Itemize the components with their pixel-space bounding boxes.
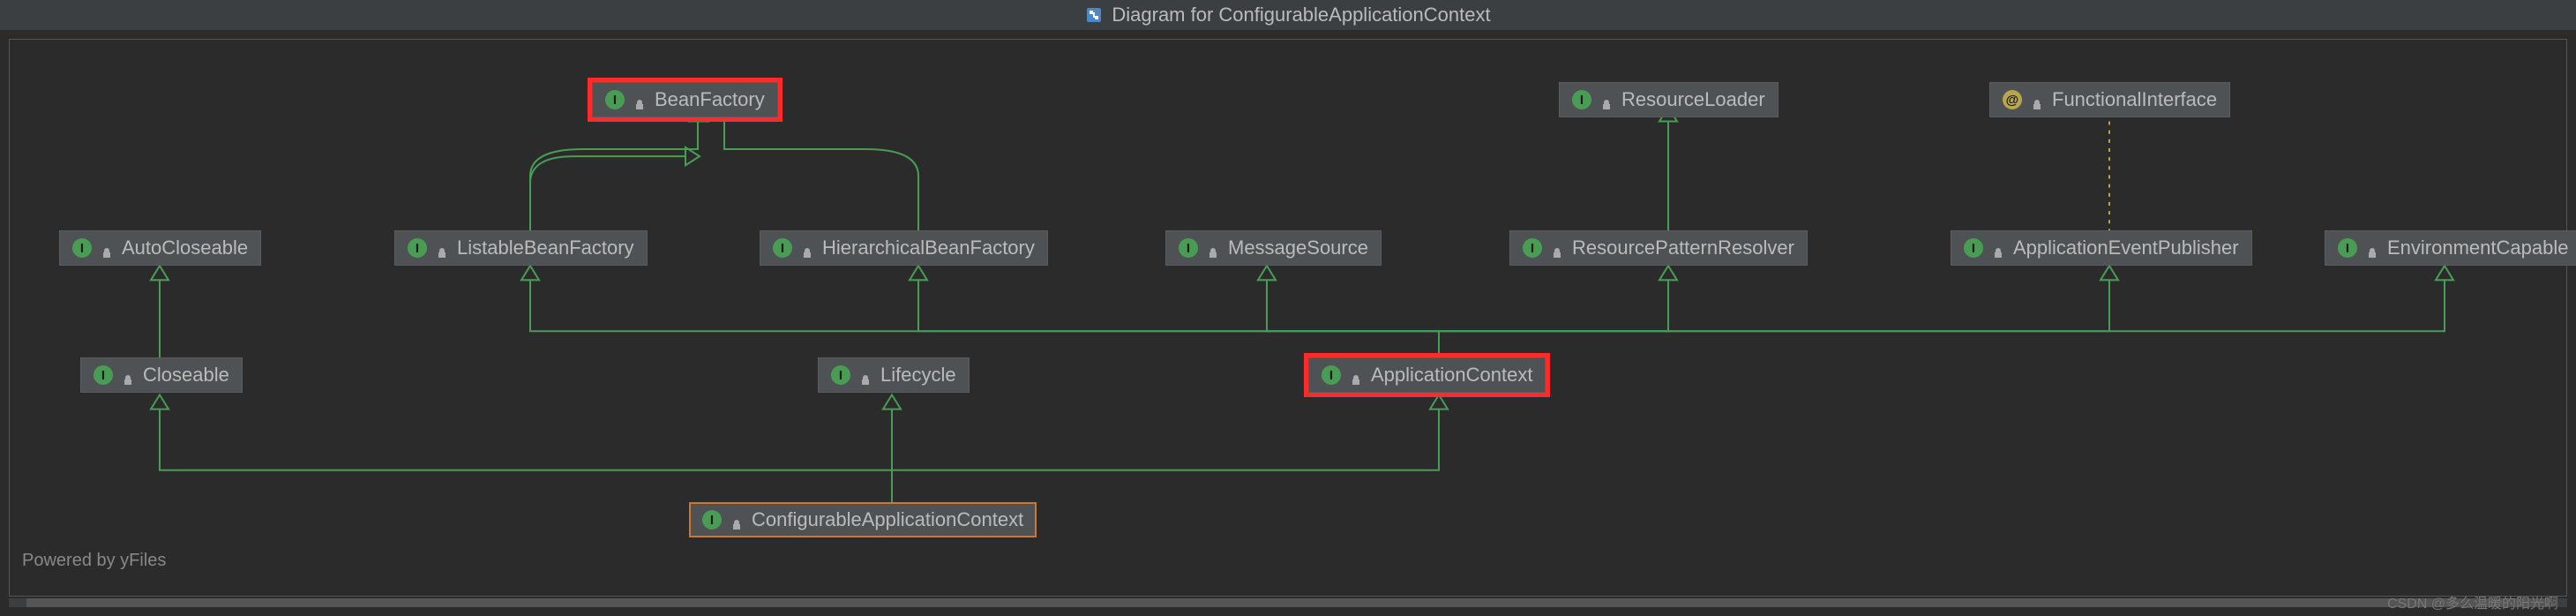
node-resource-pattern-resolver[interactable]: I ResourcePatternResolver: [1509, 230, 1808, 266]
node-application-context[interactable]: I ApplicationContext: [1308, 357, 1546, 393]
powered-by: Powered by yFiles: [22, 551, 166, 571]
interface-icon: I: [2338, 238, 2357, 258]
node-label: ConfigurableApplicationContext: [752, 508, 1023, 531]
node-label: BeanFactory: [655, 88, 765, 111]
interface-icon: I: [702, 510, 722, 530]
interface-icon: I: [408, 238, 427, 258]
node-label: MessageSource: [1228, 237, 1368, 259]
diagram-canvas[interactable]: I BeanFactory I ResourceLoader @ Functio…: [9, 39, 2567, 597]
lock-icon: [801, 242, 813, 254]
interface-icon: I: [1523, 238, 1542, 258]
node-environment-capable[interactable]: I EnvironmentCapable: [2325, 230, 2576, 266]
node-listable-bean-factory[interactable]: I ListableBeanFactory: [394, 230, 648, 266]
lock-icon: [1992, 242, 2004, 254]
node-label: ListableBeanFactory: [457, 237, 634, 259]
interface-icon: I: [1964, 238, 1983, 258]
node-auto-closeable[interactable]: I AutoCloseable: [59, 230, 261, 266]
node-closeable[interactable]: I Closeable: [80, 357, 243, 393]
lock-icon: [1207, 242, 1219, 254]
title-text: Diagram for ConfigurableApplicationConte…: [1112, 4, 1490, 26]
interface-icon: I: [1179, 238, 1198, 258]
annotation-icon: @: [2003, 90, 2022, 109]
interface-icon: I: [1572, 90, 1591, 109]
node-message-source[interactable]: I MessageSource: [1165, 230, 1382, 266]
node-functional-interface[interactable]: @ FunctionalInterface: [1989, 82, 2230, 117]
lock-icon: [101, 242, 113, 254]
lock-icon: [2366, 242, 2378, 254]
node-configurable-application-context[interactable]: I ConfigurableApplicationContext: [689, 502, 1037, 537]
node-label: AutoCloseable: [122, 237, 248, 259]
interface-icon: I: [1322, 365, 1341, 385]
interface-icon: I: [605, 90, 625, 109]
node-hierarchical-bean-factory[interactable]: I HierarchicalBeanFactory: [760, 230, 1048, 266]
lock-icon: [633, 94, 646, 106]
horizontal-scrollbar[interactable]: [9, 598, 2567, 607]
lock-icon: [1350, 369, 1362, 381]
lock-icon: [122, 369, 134, 381]
interface-icon: I: [773, 238, 792, 258]
node-label: EnvironmentCapable: [2387, 237, 2568, 259]
lock-icon: [859, 369, 872, 381]
node-application-event-publisher[interactable]: I ApplicationEventPublisher: [1951, 230, 2252, 266]
node-label: ApplicationContext: [1371, 364, 1532, 387]
node-label: Lifecycle: [880, 364, 956, 387]
lock-icon: [1600, 94, 1613, 106]
scrollbar-thumb[interactable]: [26, 598, 2550, 607]
edges-layer: [10, 40, 2566, 596]
watermark: CSDN @多么温暖的阳光啊: [2387, 591, 2558, 612]
title-bar: Diagram for ConfigurableApplicationConte…: [0, 0, 2576, 30]
node-label: Closeable: [143, 364, 229, 387]
lock-icon: [1551, 242, 1563, 254]
node-label: ResourcePatternResolver: [1572, 237, 1794, 259]
node-label: ResourceLoader: [1621, 88, 1765, 111]
interface-icon: I: [72, 238, 92, 258]
node-bean-factory[interactable]: I BeanFactory: [592, 82, 778, 117]
node-lifecycle[interactable]: I Lifecycle: [818, 357, 970, 393]
node-label: HierarchicalBeanFactory: [822, 237, 1035, 259]
lock-icon: [2031, 94, 2043, 106]
lock-icon: [436, 242, 448, 254]
interface-icon: I: [94, 365, 113, 385]
interface-icon: I: [831, 365, 850, 385]
node-label: FunctionalInterface: [2052, 88, 2217, 111]
node-resource-loader[interactable]: I ResourceLoader: [1559, 82, 1778, 117]
lock-icon: [730, 514, 743, 526]
diagram-icon: [1085, 6, 1103, 24]
node-label: ApplicationEventPublisher: [2013, 237, 2239, 259]
